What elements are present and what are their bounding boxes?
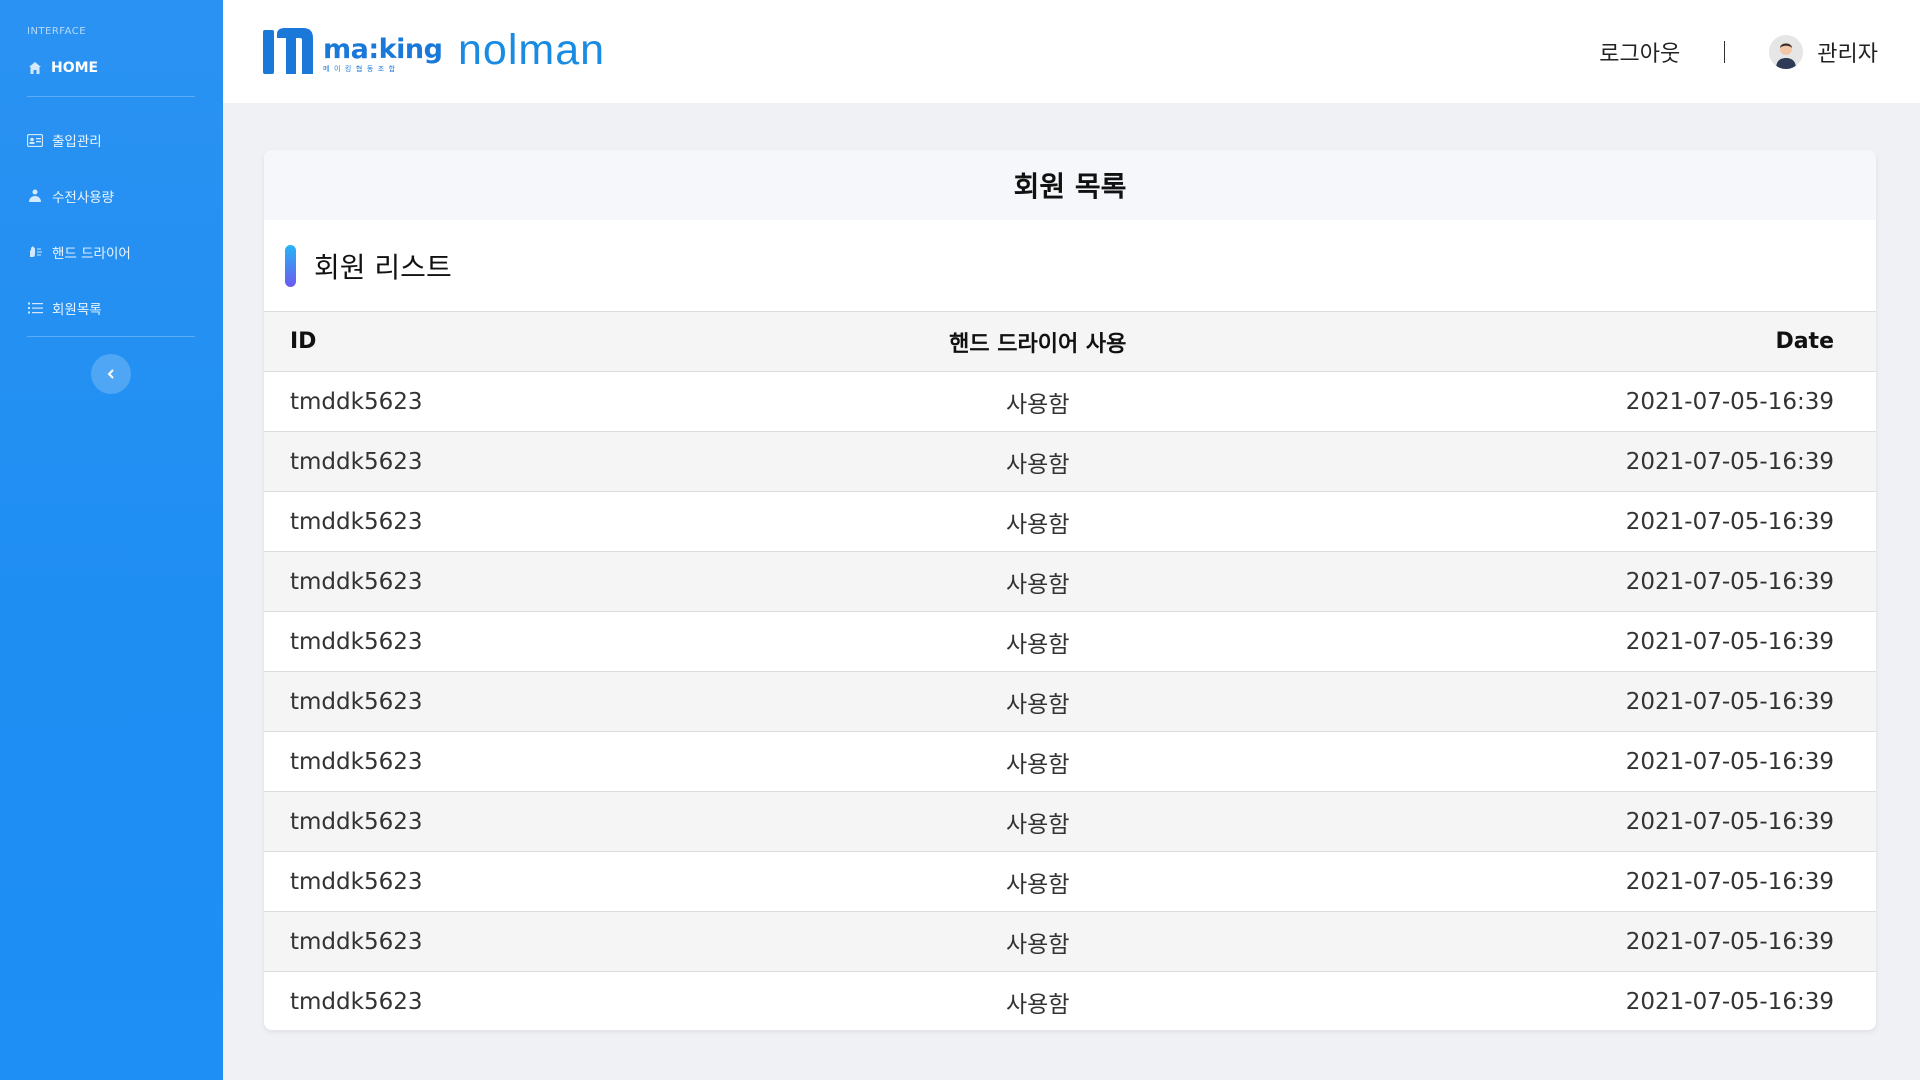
making-logo-text: ma:king <box>323 34 443 65</box>
cell-hand-dryer: 사용함 <box>1006 751 1070 778</box>
table-row[interactable]: tmddk5623 사용함 2021-07-05-16:39 <box>264 431 1876 492</box>
member-list-card: 회원 목록 회원 리스트 ID 핸드 드라이어 사용 Date tmddk562… <box>264 150 1876 1030</box>
cell-hand-dryer: 사용함 <box>1006 871 1070 898</box>
cell-date: 2021-07-05-16:39 <box>1625 928 1834 955</box>
table-row[interactable]: tmddk5623 사용함 2021-07-05-16:39 <box>264 671 1876 732</box>
id-card-icon <box>27 132 43 148</box>
sidebar-item-members[interactable]: 회원목록 <box>27 298 102 318</box>
home-icon <box>27 60 43 76</box>
table-row[interactable]: tmddk5623 사용함 2021-07-05-16:39 <box>264 791 1876 852</box>
cell-hand-dryer: 사용함 <box>1006 811 1070 838</box>
column-header-id[interactable]: ID <box>264 312 796 372</box>
cell-hand-dryer: 사용함 <box>1006 931 1070 958</box>
cell-hand-dryer: 사용함 <box>1006 391 1070 418</box>
logout-link[interactable]: 로그아웃 <box>1599 36 1680 68</box>
member-table: ID 핸드 드라이어 사용 Date tmddk5623 사용함 2021-07-0… <box>264 311 1876 1030</box>
cell-date: 2021-07-05-16:39 <box>1625 628 1834 655</box>
sidebar-item-label: 출입관리 <box>52 134 102 150</box>
cell-id: tmddk5623 <box>290 628 423 655</box>
cell-date: 2021-07-05-16:39 <box>1625 388 1834 415</box>
sidebar: INTERFACE HOME 출입관리 수전사용량 핸드 드라이어 회원목록 <box>0 0 223 1080</box>
cell-date: 2021-07-05-16:39 <box>1625 688 1834 715</box>
hand-water-icon <box>27 188 43 204</box>
cell-id: tmddk5623 <box>290 448 423 475</box>
user-menu: 로그아웃 관리자 <box>1599 34 1878 70</box>
sidebar-item-home[interactable]: HOME <box>27 58 98 78</box>
table-row[interactable]: tmddk5623 사용함 2021-07-05-16:39 <box>264 372 1876 432</box>
section-accent-bar <box>285 244 296 287</box>
cell-id: tmddk5623 <box>290 688 423 715</box>
sidebar-item-hand-dryer[interactable]: 핸드 드라이어 <box>27 242 131 262</box>
cell-id: tmddk5623 <box>290 928 423 955</box>
cell-date: 2021-07-05-16:39 <box>1625 508 1834 535</box>
hand-dryer-icon <box>27 244 43 260</box>
cell-date: 2021-07-05-16:39 <box>1625 868 1834 895</box>
avatar[interactable] <box>1769 35 1804 69</box>
sidebar-toggle-button[interactable] <box>91 354 131 394</box>
cell-date: 2021-07-05-16:39 <box>1625 988 1834 1015</box>
header-divider <box>1724 41 1726 63</box>
making-logo[interactable]: ma:king 메이킹협동조합 <box>263 28 443 80</box>
list-icon <box>27 300 43 316</box>
cell-id: tmddk5623 <box>290 988 423 1015</box>
cell-date: 2021-07-05-16:39 <box>1625 568 1834 595</box>
cell-hand-dryer: 사용함 <box>1006 571 1070 598</box>
section-title: 회원 리스트 <box>314 250 452 284</box>
cell-id: tmddk5623 <box>290 508 423 535</box>
making-logo-mark <box>263 28 315 80</box>
sidebar-item-label: 회원목록 <box>52 302 102 318</box>
sidebar-item-access[interactable]: 출입관리 <box>27 130 102 150</box>
chevron-left-icon <box>106 365 116 384</box>
column-header-hand-dryer[interactable]: 핸드 드라이어 사용 <box>796 312 1280 372</box>
topbar: ma:king 메이킹협동조합 nolman 로그아웃 관리자 <box>223 0 1920 103</box>
table-row[interactable]: tmddk5623 사용함 2021-07-05-16:39 <box>264 852 1876 912</box>
sidebar-item-water[interactable]: 수전사용량 <box>27 186 114 206</box>
cell-date: 2021-07-05-16:39 <box>1625 808 1834 835</box>
cell-id: tmddk5623 <box>290 808 423 835</box>
cell-date: 2021-07-05-16:39 <box>1625 748 1834 775</box>
cell-hand-dryer: 사용함 <box>1006 691 1070 718</box>
cell-hand-dryer: 사용함 <box>1006 991 1070 1018</box>
sidebar-divider <box>27 336 195 337</box>
cell-id: tmddk5623 <box>290 568 423 595</box>
cell-id: tmddk5623 <box>290 748 423 775</box>
table-row[interactable]: tmddk5623 사용함 2021-07-05-16:39 <box>264 972 1876 1031</box>
section-header: 회원 리스트 <box>264 220 1876 311</box>
nolman-logo[interactable]: nolman <box>458 26 605 75</box>
table-row[interactable]: tmddk5623 사용함 2021-07-05-16:39 <box>264 732 1876 792</box>
cell-date: 2021-07-05-16:39 <box>1625 448 1834 475</box>
sidebar-divider <box>27 96 195 97</box>
making-logo-subtext: 메이킹협동조합 <box>323 65 400 73</box>
page-title: 회원 목록 <box>264 150 1876 220</box>
sidebar-item-label: 핸드 드라이어 <box>52 246 131 262</box>
column-header-date[interactable]: Date <box>1280 312 1876 372</box>
cell-id: tmddk5623 <box>290 388 423 415</box>
cell-hand-dryer: 사용함 <box>1006 451 1070 478</box>
sidebar-heading: INTERFACE <box>27 26 87 37</box>
cell-hand-dryer: 사용함 <box>1006 631 1070 658</box>
table-row[interactable]: tmddk5623 사용함 2021-07-05-16:39 <box>264 492 1876 552</box>
cell-id: tmddk5623 <box>290 868 423 895</box>
sidebar-item-label: 수전사용량 <box>52 190 115 206</box>
admin-name[interactable]: 관리자 <box>1817 36 1878 68</box>
cell-hand-dryer: 사용함 <box>1006 511 1070 538</box>
table-row[interactable]: tmddk5623 사용함 2021-07-05-16:39 <box>264 612 1876 672</box>
table-header-row: ID 핸드 드라이어 사용 Date <box>264 311 1876 372</box>
sidebar-item-label: HOME <box>51 60 99 76</box>
table-row[interactable]: tmddk5623 사용함 2021-07-05-16:39 <box>264 911 1876 972</box>
table-row[interactable]: tmddk5623 사용함 2021-07-05-16:39 <box>264 551 1876 612</box>
